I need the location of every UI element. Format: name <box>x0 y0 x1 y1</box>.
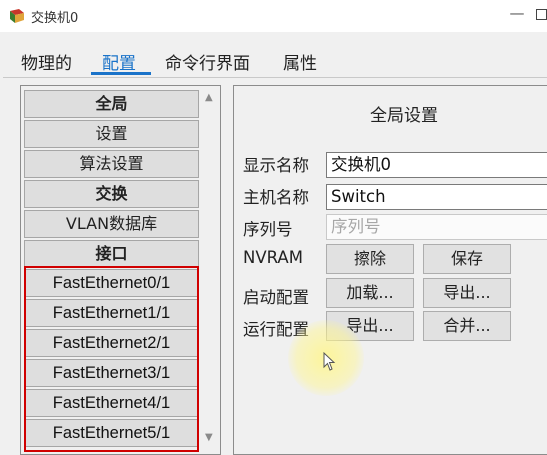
tab-cli[interactable]: 命令行界面 <box>165 49 250 74</box>
nav-interface[interactable]: 接口 <box>24 240 199 268</box>
serial-input <box>326 214 547 240</box>
window-title: 交换机0 <box>31 11 79 26</box>
tab-bar: 物理的 配置 命令行界面 属性 <box>0 32 547 78</box>
display-name-field[interactable] <box>331 153 531 177</box>
hostname-label: 主机名称 <box>243 188 309 207</box>
hostname-input[interactable] <box>326 184 547 210</box>
display-name-label: 显示名称 <box>243 156 309 175</box>
tab-panel-divider <box>3 77 547 78</box>
switch-app-icon <box>10 9 24 23</box>
nav-port-fastethernet5-1[interactable]: FastEthernet5/1 <box>24 419 199 447</box>
serial-label: 序列号 <box>243 220 293 239</box>
nav-port-fastethernet1-1[interactable]: FastEthernet1/1 <box>24 299 199 327</box>
startup-config-label: 启动配置 <box>243 288 309 307</box>
panel-title: 全局设置 <box>370 106 438 126</box>
startup-export-button[interactable]: 导出... <box>423 278 511 308</box>
nav-vlan-database[interactable]: VLAN数据库 <box>24 210 199 238</box>
nav-global[interactable]: 全局 <box>24 90 199 118</box>
nav-algorithm[interactable]: 算法设置 <box>24 150 199 178</box>
active-tab-indicator <box>91 72 151 75</box>
nav-settings[interactable]: 设置 <box>24 120 199 148</box>
tab-attributes[interactable]: 属性 <box>283 49 317 74</box>
nav-switching[interactable]: 交换 <box>24 180 199 208</box>
mouse-pointer-icon <box>323 352 336 371</box>
scroll-up-arrow-icon[interactable]: ▲ <box>205 92 213 103</box>
nav-port-fastethernet2-1[interactable]: FastEthernet2/1 <box>24 329 199 357</box>
save-button[interactable]: 保存 <box>423 244 511 274</box>
nav-port-fastethernet4-1[interactable]: FastEthernet4/1 <box>24 389 199 417</box>
load-button[interactable]: 加载... <box>326 278 414 308</box>
nvram-label: NVRAM <box>243 248 303 267</box>
title-bar: 交换机0 — <box>0 0 547 32</box>
serial-field <box>331 215 531 239</box>
tab-physical[interactable]: 物理的 <box>21 49 72 74</box>
tab-config[interactable]: 配置 <box>102 49 136 74</box>
display-name-input[interactable] <box>326 152 547 178</box>
minimize-button[interactable]: — <box>508 4 526 24</box>
merge-button[interactable]: 合并... <box>423 311 511 341</box>
erase-button[interactable]: 擦除 <box>326 244 414 274</box>
nav-port-fastethernet0-1[interactable]: FastEthernet0/1 <box>24 269 199 297</box>
nav-port-fastethernet3-1[interactable]: FastEthernet3/1 <box>24 359 199 387</box>
scroll-down-arrow-icon[interactable]: ▼ <box>205 432 213 443</box>
nav-scrollbar[interactable] <box>201 86 220 454</box>
hostname-field[interactable] <box>331 185 531 209</box>
maximize-button[interactable] <box>536 9 547 20</box>
